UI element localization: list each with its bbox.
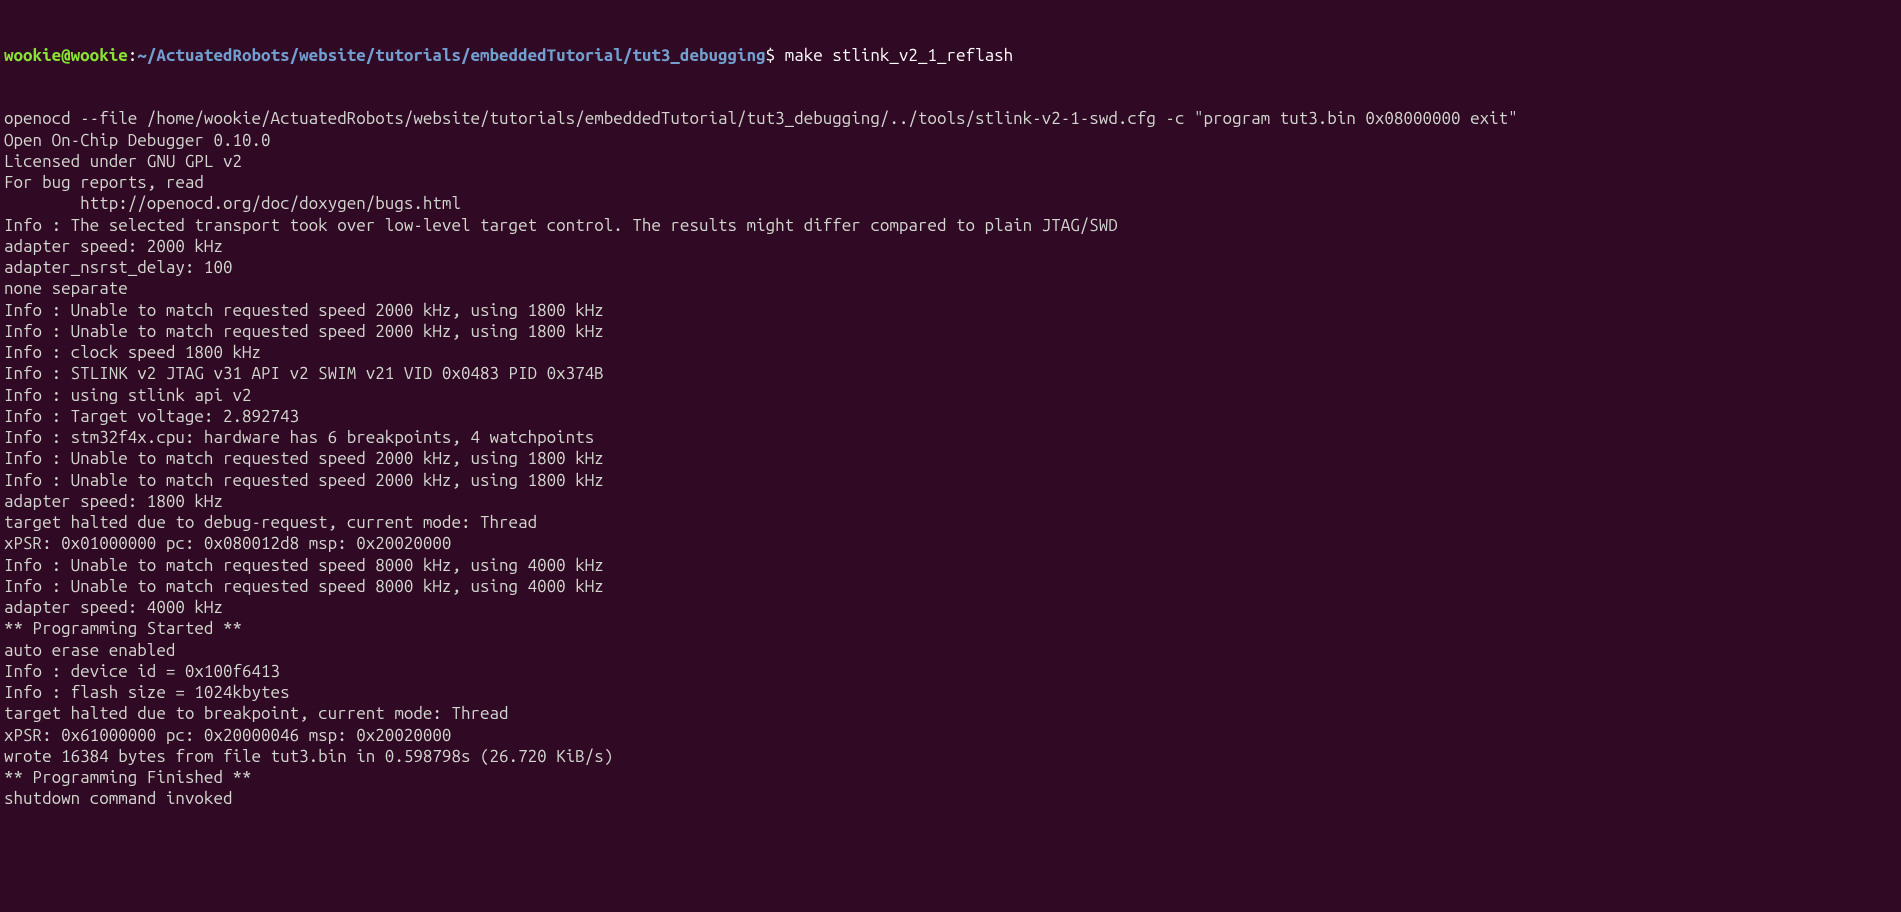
output-line: Info : clock speed 1800 kHz xyxy=(4,342,1897,363)
output-line: none separate xyxy=(4,278,1897,299)
output-line: Licensed under GNU GPL v2 xyxy=(4,151,1897,172)
output-line: target halted due to breakpoint, current… xyxy=(4,703,1897,724)
prompt-colon: : xyxy=(128,46,138,65)
output-line: adapter speed: 1800 kHz xyxy=(4,491,1897,512)
output-line: shutdown command invoked xyxy=(4,788,1897,809)
output-line: Info : Unable to match requested speed 2… xyxy=(4,321,1897,342)
output-line: Info : stm32f4x.cpu: hardware has 6 brea… xyxy=(4,427,1897,448)
output-line: Info : device id = 0x100f6413 xyxy=(4,661,1897,682)
command-text: make stlink_v2_1_reflash xyxy=(775,46,1013,65)
output-line: Info : STLINK v2 JTAG v31 API v2 SWIM v2… xyxy=(4,363,1897,384)
output-line: Info : Unable to match requested speed 2… xyxy=(4,300,1897,321)
output-line: auto erase enabled xyxy=(4,640,1897,661)
output-line: Open On-Chip Debugger 0.10.0 xyxy=(4,130,1897,151)
output-line: adapter_nsrst_delay: 100 xyxy=(4,257,1897,278)
output-line: ** Programming Finished ** xyxy=(4,767,1897,788)
prompt-user-host: wookie@wookie xyxy=(4,46,128,65)
output-line: ** Programming Started ** xyxy=(4,618,1897,639)
output-line: Info : using stlink api v2 xyxy=(4,385,1897,406)
output-line: Info : Unable to match requested speed 8… xyxy=(4,555,1897,576)
prompt-line: wookie@wookie:~/ActuatedRobots/website/t… xyxy=(4,45,1897,66)
output-line: http://openocd.org/doc/doxygen/bugs.html xyxy=(4,193,1897,214)
prompt-dollar: $ xyxy=(766,46,776,65)
terminal-output: openocd --file /home/wookie/ActuatedRobo… xyxy=(4,108,1897,809)
output-line: target halted due to debug-request, curr… xyxy=(4,512,1897,533)
output-line: xPSR: 0x61000000 pc: 0x20000046 msp: 0x2… xyxy=(4,725,1897,746)
output-line: wrote 16384 bytes from file tut3.bin in … xyxy=(4,746,1897,767)
output-line: For bug reports, read xyxy=(4,172,1897,193)
output-line: xPSR: 0x01000000 pc: 0x080012d8 msp: 0x2… xyxy=(4,533,1897,554)
output-line: openocd --file /home/wookie/ActuatedRobo… xyxy=(4,108,1897,129)
terminal-window[interactable]: wookie@wookie:~/ActuatedRobots/website/t… xyxy=(4,2,1897,831)
output-line: adapter speed: 2000 kHz xyxy=(4,236,1897,257)
output-line: Info : Unable to match requested speed 2… xyxy=(4,470,1897,491)
prompt-cwd: ~/ActuatedRobots/website/tutorials/embed… xyxy=(137,46,765,65)
output-line: Info : Target voltage: 2.892743 xyxy=(4,406,1897,427)
output-line: Info : Unable to match requested speed 2… xyxy=(4,448,1897,469)
output-line: Info : Unable to match requested speed 8… xyxy=(4,576,1897,597)
output-line: Info : The selected transport took over … xyxy=(4,215,1897,236)
output-line: adapter speed: 4000 kHz xyxy=(4,597,1897,618)
output-line: Info : flash size = 1024kbytes xyxy=(4,682,1897,703)
